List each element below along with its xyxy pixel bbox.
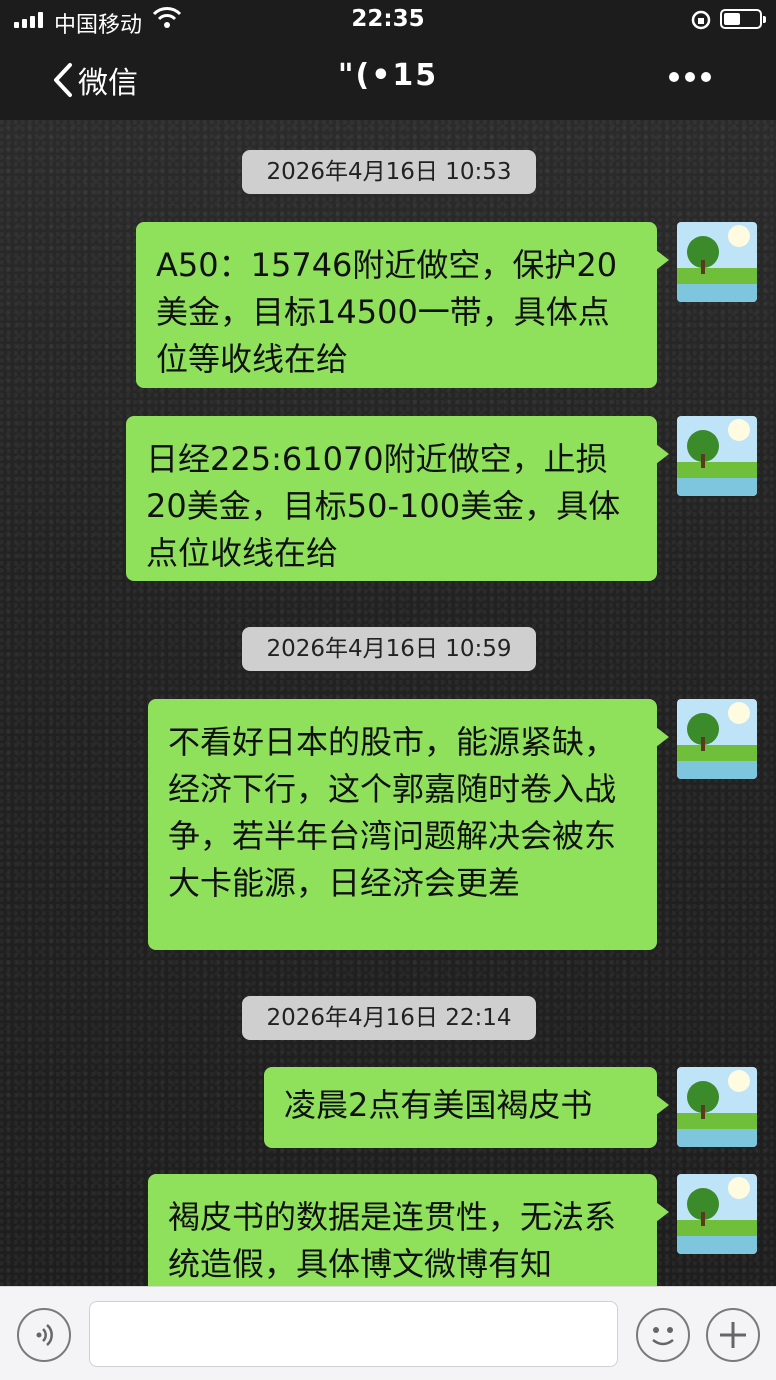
plus-icon — [720, 1322, 746, 1348]
message-bubble[interactable]: 不看好日本的股市，能源紧缺，经济下行，这个郭嘉随时卷入战争，若半年台湾问题解决会… — [148, 699, 669, 950]
input-bar — [0, 1286, 776, 1380]
voice-button[interactable] — [17, 1308, 71, 1362]
avatar[interactable] — [677, 699, 757, 779]
battery-icon — [720, 9, 766, 29]
voice-icon — [36, 1324, 53, 1346]
nav-bar: 微信 "(•15 — [0, 40, 776, 120]
emoji-icon — [652, 1327, 674, 1346]
avatar[interactable] — [677, 222, 757, 302]
rotation-lock-icon — [690, 9, 712, 35]
chat-area[interactable]: 2026年4月16日 10:53 A50：15746附近做空，保护20美金，目标… — [0, 120, 776, 1286]
message-bubble[interactable]: A50：15746附近做空，保护20美金，目标14500一带，具体点位等收线在给 — [136, 222, 669, 388]
message-bubble[interactable]: 褐皮书的数据是连贯性，无法系统造假，具体博文微博有知 — [148, 1174, 669, 1286]
more-button[interactable] — [668, 68, 712, 87]
message-bubble[interactable]: 凌晨2点有美国褐皮书 — [264, 1067, 669, 1148]
add-button[interactable] — [706, 1308, 760, 1362]
message-bubble[interactable]: 日经225:61070附近做空，止损20美金，目标50-100美金，具体点位收线… — [126, 416, 669, 581]
timestamp: 2026年4月16日 10:59 — [242, 627, 536, 671]
status-bar: 中国移动 22:35 — [0, 0, 776, 40]
more-icon — [669, 72, 711, 82]
avatar[interactable] — [677, 1174, 757, 1254]
timestamp: 2026年4月16日 22:14 — [242, 996, 536, 1040]
chat-title: "(•15 — [337, 58, 439, 93]
message-input[interactable] — [89, 1301, 618, 1367]
status-time: 22:35 — [351, 6, 425, 32]
avatar[interactable] — [677, 1067, 757, 1147]
avatar[interactable] — [677, 416, 757, 496]
emoji-button[interactable] — [636, 1308, 690, 1362]
timestamp: 2026年4月16日 10:53 — [242, 150, 536, 194]
